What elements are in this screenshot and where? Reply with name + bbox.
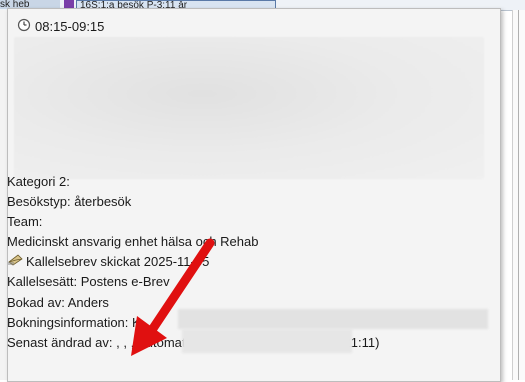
letter-sent-line: Kallelsebrev skickat 2025-11-05 <box>7 252 487 272</box>
visit-type-line: Besökstyp: återbesök <box>7 194 132 210</box>
responsible-unit-line: Medicinskt ansvarig enhet hälsa och Reha… <box>7 234 259 250</box>
redacted-details <box>14 37 484 179</box>
background-right-edge <box>512 10 525 380</box>
redacted-name <box>178 309 488 329</box>
letter-sent-text: Kallelsebrev skickat 2025-11-05 <box>26 254 210 270</box>
envelope-icon <box>7 252 26 272</box>
notification-method-line: Kallelsesätt: Postens e-Brev <box>7 274 170 290</box>
category-line: Kategori 2: <box>7 174 70 189</box>
redacted-booking-info <box>182 329 352 353</box>
time-range: 08:15-09:15 <box>35 18 105 34</box>
time-row: 08:15-09:15 <box>17 18 104 34</box>
clock-icon <box>17 18 31 35</box>
team-line: Team: <box>7 214 43 230</box>
